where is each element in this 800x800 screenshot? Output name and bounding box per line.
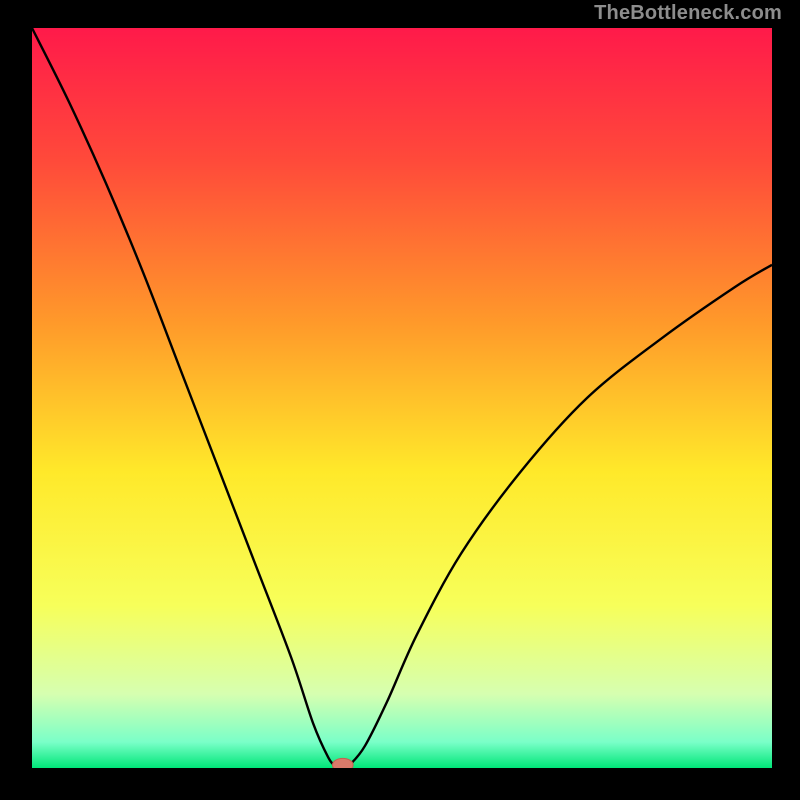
chart-container: { "watermark": "TheBottleneck.com", "col… <box>0 0 800 800</box>
bottleneck-chart-svg <box>32 28 772 768</box>
plot-area <box>32 28 772 768</box>
gradient-background <box>32 28 772 768</box>
watermark-text: TheBottleneck.com <box>594 2 782 25</box>
optimal-point-marker <box>332 758 353 768</box>
